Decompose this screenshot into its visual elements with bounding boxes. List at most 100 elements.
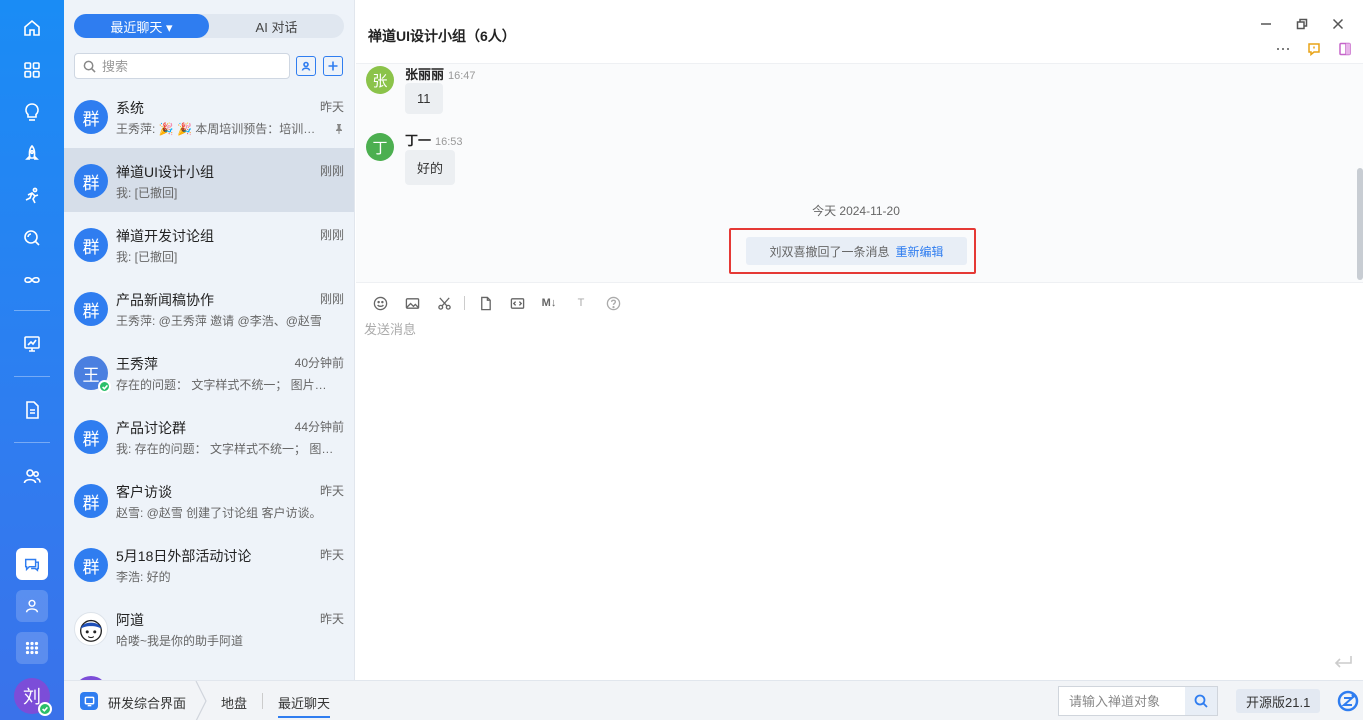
chat-time: 44分钟前	[294, 420, 344, 434]
message-time: 16:53	[435, 136, 463, 148]
chat-title: 产品讨论群	[116, 420, 186, 436]
app-switcher-icon[interactable]	[80, 692, 98, 710]
board-icon[interactable]	[20, 332, 44, 356]
restore-button[interactable]	[1294, 16, 1310, 32]
code-icon	[510, 297, 524, 309]
chat-item-product-discussion[interactable]: 群 产品讨论群 44分钟前 我: 存在的问题： 文字样式不统一； 图片大小	[64, 404, 354, 468]
chat-preview: 存在的问题： 文字样式不统一； 图片大小不统一	[116, 378, 336, 392]
emoji-button[interactable]	[364, 293, 396, 313]
chat-rail-button[interactable]	[16, 548, 48, 580]
chat-item-system[interactable]: 群 系统 昨天 王秀萍: 🎉 🎉 本周培训预告：培训主题	[64, 84, 354, 148]
chat-time: 昨天	[319, 612, 344, 626]
version-badge[interactable]: 开源版21.1	[1236, 689, 1321, 713]
more-apps-rail-button[interactable]	[16, 632, 48, 664]
search-icon	[1194, 694, 1208, 708]
object-search-input[interactable]	[1069, 693, 1179, 709]
close-button[interactable]	[1330, 16, 1346, 32]
home-icon[interactable]	[20, 16, 44, 40]
rail-divider	[14, 442, 50, 443]
app-switcher-label[interactable]: 研发综合界面	[108, 693, 186, 712]
chat-title: 王秀萍	[116, 356, 158, 372]
file-icon	[480, 296, 491, 310]
minimize-icon	[1261, 23, 1271, 25]
chat-title: 禅道UI设计小组	[116, 164, 214, 180]
group-avatar: 群	[74, 100, 108, 134]
chat-item-partial[interactable]	[64, 660, 354, 680]
more-dots-icon	[1277, 48, 1289, 50]
search-icon	[83, 60, 96, 73]
message-sender-name: 张丽丽	[405, 67, 445, 82]
chat-item-ui-design-group[interactable]: 群 禅道UI设计小组 刚刚 我: [已撤回]	[64, 148, 354, 212]
message-input[interactable]	[364, 319, 1344, 619]
message-scrollbar[interactable]	[1357, 168, 1363, 280]
chat-item-dev-discussion[interactable]: 群 禅道开发讨论组 刚刚 我: [已撤回]	[64, 212, 354, 276]
message-bubble: 好的	[405, 150, 456, 185]
message-list: 张 张丽丽 16:47 11 丁 丁一 16:53 好的 今天 2024-11-20…	[356, 64, 1363, 282]
conversation-panel: 禅道UI设计小组（6人） 张 张丽丽 16:47 11 丁 丁一 16:53 好的	[356, 0, 1363, 680]
screenshot-button[interactable]	[428, 293, 460, 313]
recall-notice: 刘双喜撤回了一条消息 重新编辑	[746, 237, 967, 265]
chat-preview: 我: 存在的问题： 文字样式不统一； 图片大小	[116, 442, 336, 456]
chat-time: 昨天	[319, 484, 344, 498]
group-avatar: 群	[74, 420, 108, 454]
breadcrumb-recent-chats[interactable]: 最近聊天	[278, 693, 331, 718]
search-input[interactable]	[102, 58, 282, 74]
image-button[interactable]	[396, 293, 428, 313]
user-avatar: 王	[74, 356, 111, 393]
chat-preview: 我: [已撤回]	[116, 186, 178, 200]
my-avatar[interactable]: 刘	[14, 678, 52, 716]
group-notice-button[interactable]	[1305, 40, 1323, 58]
lightbulb-icon[interactable]	[20, 100, 44, 124]
chat-item-press-release[interactable]: 群 产品新闻稿协作 刚刚 王秀萍: @王秀萍 邀请 @李浩、@赵雪	[64, 276, 354, 340]
new-chat-button[interactable]	[323, 56, 343, 76]
contacts-rail-button[interactable]	[16, 590, 48, 622]
chat-item-customer-interview[interactable]: 群 客户访谈 昨天 赵雪: @赵雪 创建了讨论组 客户访谈。	[64, 468, 354, 532]
address-book-button[interactable]	[296, 56, 316, 76]
chat-title: 客户访谈	[116, 484, 172, 500]
apps-grid-icon[interactable]	[20, 58, 44, 82]
file-button[interactable]	[469, 293, 501, 313]
chat-item-adao-assistant[interactable]: 阿道 昨天 哈喽~我是你的助手阿道	[64, 596, 354, 660]
message-avatar: 丁	[366, 133, 394, 161]
robot-avatar-icon	[74, 612, 108, 646]
chat-preview: 哈喽~我是你的助手阿道	[116, 634, 244, 648]
markdown-button[interactable]: M↓	[533, 293, 565, 313]
search-box	[74, 53, 290, 79]
zentao-logo-icon[interactable]	[1337, 690, 1359, 712]
message-editor: M↓ T	[356, 282, 1363, 680]
code-button[interactable]	[501, 293, 533, 313]
left-rail: 刘	[0, 0, 64, 720]
recall-notice-text: 刘双喜撤回了一条消息	[769, 244, 890, 259]
reedit-link[interactable]: 重新编辑	[896, 243, 944, 260]
send-enter-icon[interactable]	[1333, 654, 1353, 670]
team-icon[interactable]	[20, 464, 44, 488]
editor-toolbar: M↓ T	[364, 293, 629, 313]
chat-preview: 赵雪: @赵雪 创建了讨论组 客户访谈。	[116, 506, 322, 520]
help-button[interactable]	[597, 293, 629, 313]
text-format-button[interactable]: T	[565, 293, 597, 313]
rail-divider	[14, 310, 50, 311]
document-icon[interactable]	[20, 398, 44, 422]
rail-divider	[14, 376, 50, 377]
minimize-button[interactable]	[1258, 16, 1274, 32]
rocket-icon[interactable]	[20, 142, 44, 166]
chat-item-external-event[interactable]: 群 5月18日外部活动讨论 昨天 李浩: 好的	[64, 532, 354, 596]
more-options-button[interactable]	[1274, 40, 1292, 58]
message-time: 16:47	[448, 70, 476, 82]
object-search-button[interactable]	[1185, 687, 1217, 715]
plus-icon	[328, 61, 338, 71]
sidebar-toggle-button[interactable]	[1336, 40, 1354, 58]
test-search-icon[interactable]	[20, 226, 44, 250]
tab-ai-chat[interactable]: AI 对话	[209, 14, 344, 38]
chat-item-wang-xiuping[interactable]: 王 王秀萍 40分钟前 存在的问题： 文字样式不统一； 图片大小不统一	[64, 340, 354, 404]
chat-time: 刚刚	[319, 292, 344, 306]
group-avatar: 群	[74, 484, 108, 518]
tab-recent-chats[interactable]: 最近聊天 ▾	[74, 14, 209, 38]
message-avatar: 张	[366, 66, 394, 94]
chat-title: 阿道	[116, 612, 144, 628]
devops-infinity-icon[interactable]	[20, 268, 44, 292]
sprint-icon[interactable]	[20, 184, 44, 208]
breadcrumb-dashboard[interactable]: 地盘	[221, 693, 247, 712]
message-sender: 丁一 16:53	[405, 130, 463, 149]
conversation-title: 禅道UI设计小组（6人）	[368, 28, 516, 44]
